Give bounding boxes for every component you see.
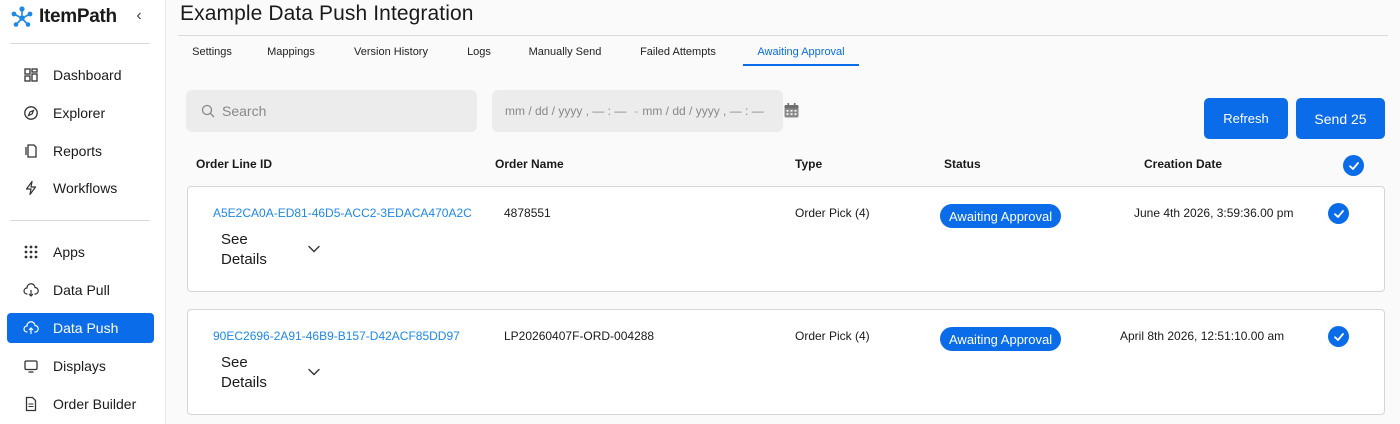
cloud-upload-icon: [23, 320, 39, 336]
sidebar-item-label: Workflows: [53, 180, 118, 196]
tab-logs[interactable]: Logs: [458, 38, 500, 66]
see-details-toggle[interactable]: See Details: [221, 353, 341, 393]
table-row: 90EC2696-2A91-46B9-B157-D42ACF85DD97 LP2…: [187, 309, 1385, 415]
select-all-checkbox[interactable]: [1343, 155, 1364, 176]
lightning-icon: [23, 180, 39, 196]
type-cell: Order Pick (4): [795, 329, 870, 343]
sidebar-item-displays[interactable]: Displays: [7, 351, 154, 381]
checkmark-icon: [1333, 332, 1344, 341]
collapse-sidebar-button[interactable]: ‹: [131, 6, 147, 26]
document-icon: [23, 396, 39, 412]
date-range-input[interactable]: mm / dd / yyyy , — : — - mm / dd / yyyy …: [492, 90, 783, 132]
sidebar-item-label: Explorer: [53, 105, 106, 121]
page-title: Example Data Push Integration: [180, 2, 474, 25]
chevron-down-icon: [308, 245, 320, 253]
sidebar-item-reports[interactable]: Reports: [7, 136, 154, 166]
sidebar-item-data-pull[interactable]: Data Pull: [7, 275, 154, 305]
tab-settings[interactable]: Settings: [183, 38, 241, 66]
sidebar-item-apps[interactable]: Apps: [7, 237, 154, 267]
sidebar-item-label: Displays: [53, 358, 106, 374]
sidebar-item-order-builder[interactable]: Order Builder: [7, 389, 154, 419]
search-icon: [201, 104, 215, 118]
tab-failed-attempts[interactable]: Failed Attempts: [630, 38, 726, 66]
sidebar-item-label: Order Builder: [53, 396, 137, 412]
sidebar-item-workflows[interactable]: Workflows: [7, 173, 154, 203]
see-details-label: See Details: [221, 231, 267, 268]
report-icon: [23, 143, 39, 159]
compass-icon: [23, 105, 39, 121]
tab-manually-send[interactable]: Manually Send: [520, 38, 610, 66]
date-end-input[interactable]: mm / dd / yyyy , — : —: [642, 104, 763, 118]
chevron-down-icon: [308, 368, 320, 376]
title-divider: [178, 35, 1388, 36]
checkmark-icon: [1333, 209, 1344, 218]
apps-grid-icon: [23, 244, 39, 260]
sidebar-item-label: Dashboard: [53, 67, 122, 83]
sidebar-item-label: Reports: [53, 143, 103, 159]
app-name: ItemPath: [39, 6, 117, 27]
order-line-id-link[interactable]: A5E2CA0A-ED81-46D5-ACC2-3EDACA470A2C: [213, 206, 472, 220]
checkmark-icon: [1348, 161, 1359, 170]
see-details-toggle[interactable]: See Details: [221, 230, 341, 270]
order-name-cell: LP20260407F-ORD-004288: [504, 329, 655, 343]
column-header-order-name[interactable]: Order Name: [495, 157, 564, 171]
tab-version-history[interactable]: Version History: [345, 38, 437, 66]
calendar-icon[interactable]: [783, 102, 800, 119]
sidebar-divider: [10, 220, 150, 221]
row-checkbox[interactable]: [1328, 203, 1349, 224]
creation-date-cell: June 4th 2026, 3:59:36.00 pm: [1134, 206, 1294, 220]
itempath-logo-icon: [11, 6, 33, 27]
column-header-creation-date[interactable]: Creation Date: [1144, 157, 1222, 171]
monitor-icon: [23, 358, 39, 374]
date-range-separator: -: [634, 104, 639, 118]
column-header-order-line-id[interactable]: Order Line ID: [196, 157, 272, 171]
column-header-type[interactable]: Type: [795, 157, 822, 171]
creation-date-cell: April 8th 2026, 12:51:10.00 am: [1120, 329, 1285, 343]
column-header-status[interactable]: Status: [944, 157, 981, 171]
tab-mappings[interactable]: Mappings: [260, 38, 322, 66]
row-checkbox[interactable]: [1328, 326, 1349, 347]
sidebar-item-explorer[interactable]: Explorer: [7, 98, 154, 128]
sidebar-item-data-push[interactable]: Data Push: [7, 313, 154, 343]
see-details-label: See Details: [221, 354, 267, 391]
order-line-id-link[interactable]: 90EC2696-2A91-46B9-B157-D42ACF85DD97: [213, 329, 460, 343]
sidebar-divider: [10, 43, 150, 44]
tab-awaiting-approval[interactable]: Awaiting Approval: [743, 38, 859, 66]
logo[interactable]: ItemPath: [10, 5, 117, 29]
status-badge: Awaiting Approval: [940, 204, 1062, 228]
date-start-input[interactable]: mm / dd / yyyy , — : —: [505, 104, 626, 118]
search-box: [186, 90, 477, 132]
sidebar-item-label: Apps: [53, 244, 85, 260]
search-input[interactable]: [222, 103, 462, 119]
sidebar-item-label: Data Pull: [53, 282, 110, 298]
type-cell: Order Pick (4): [795, 206, 870, 220]
sidebar-item-label: Data Push: [53, 320, 119, 336]
refresh-button[interactable]: Refresh: [1204, 98, 1288, 139]
send-button[interactable]: Send 25: [1296, 98, 1385, 139]
cloud-download-icon: [23, 282, 39, 298]
sidebar: ItemPath ‹ Dashboard Explorer Reports Wo…: [0, 0, 166, 424]
order-name-cell: 4878551: [504, 206, 551, 220]
sidebar-item-dashboard[interactable]: Dashboard: [7, 60, 154, 90]
dashboard-icon: [23, 67, 39, 83]
table-row: A5E2CA0A-ED81-46D5-ACC2-3EDACA470A2C 487…: [187, 186, 1385, 292]
status-badge: Awaiting Approval: [940, 327, 1062, 351]
